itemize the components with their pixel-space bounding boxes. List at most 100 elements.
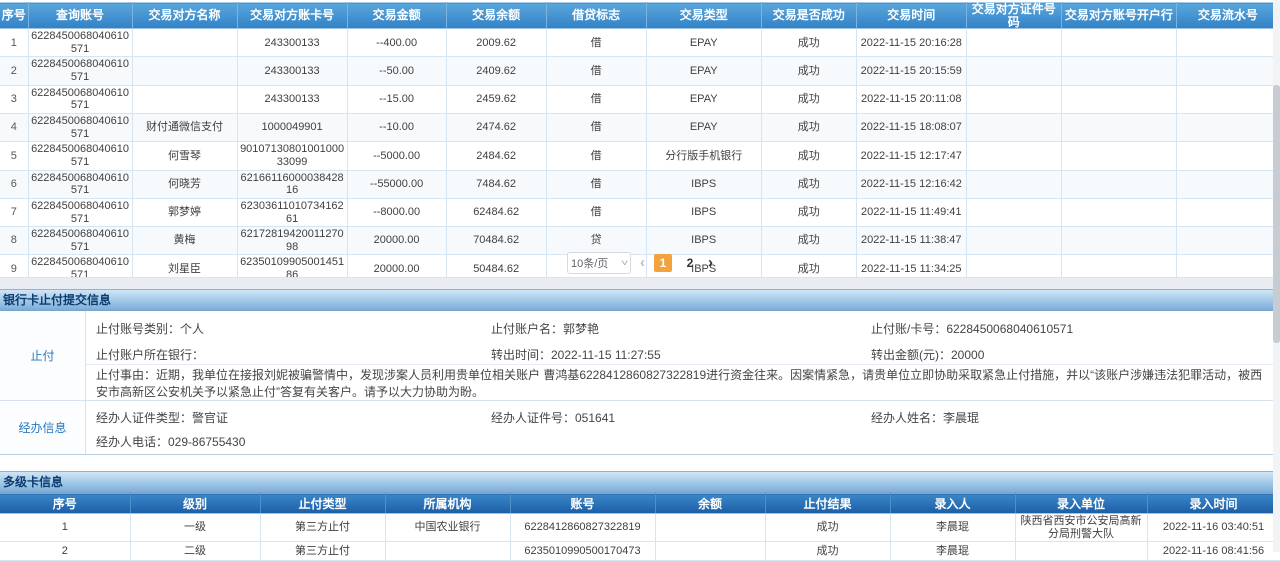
field-operator-cert-no: 经办人证件号：051641	[491, 409, 615, 426]
table-cell	[966, 57, 1061, 85]
column-header: 交易对方证件号码	[966, 3, 1061, 29]
table-cell: 243300133	[237, 57, 347, 85]
column-header: 交易是否成功	[761, 3, 856, 29]
table-cell: 6228450068040610571	[28, 198, 132, 226]
table-cell	[966, 114, 1061, 142]
table-row[interactable]: 36228450068040610571243300133--15.002459…	[0, 85, 1280, 113]
table-cell: 借	[546, 29, 646, 57]
table-cell: 成功	[761, 57, 856, 85]
table-cell: 243300133	[237, 29, 347, 57]
table-cell	[132, 57, 237, 85]
table-cell: 2459.62	[446, 85, 546, 113]
column-header: 止付结果	[765, 494, 890, 514]
table-cell: 1	[0, 29, 28, 57]
table-cell	[1061, 198, 1176, 226]
table-row[interactable]: 56228450068040610571何雪琴90107130801001000…	[0, 142, 1280, 170]
table-cell	[1061, 142, 1176, 170]
table-cell: --5000.00	[347, 142, 446, 170]
table-cell: 6	[0, 170, 28, 198]
table-cell	[966, 142, 1061, 170]
table-cell: 62484.62	[446, 198, 546, 226]
table-row[interactable]: 46228450068040610571财付通微信支付1000049901--1…	[0, 114, 1280, 142]
table-cell	[655, 542, 765, 561]
column-header: 止付类型	[260, 494, 385, 514]
table-cell: 7	[0, 198, 28, 226]
page-size-label: 10条/页	[571, 255, 608, 271]
table-cell: 243300133	[237, 85, 347, 113]
column-header: 录入人	[890, 494, 1015, 514]
field-bank: 止付账户所在银行：	[96, 346, 204, 363]
field-operator-name: 经办人姓名：李晨琨	[871, 409, 979, 426]
field-account-category: 止付账号类别：个人	[96, 320, 204, 337]
column-header: 余额	[655, 494, 765, 514]
table-cell: 2009.62	[446, 29, 546, 57]
table-cell	[1176, 85, 1279, 113]
table-cell: --55000.00	[347, 170, 446, 198]
table-cell: 成功	[761, 29, 856, 57]
section-title: 银行卡止付提交信息	[3, 293, 111, 307]
table-cell	[132, 85, 237, 113]
column-header: 交易对方账卡号	[237, 3, 347, 29]
header-row: 序号级别止付类型所属机构账号余额止付结果录入人录入单位录入时间	[0, 494, 1280, 514]
column-header: 交易对方名称	[132, 3, 237, 29]
table-cell: 借	[546, 114, 646, 142]
group-label-operator: 经办信息	[0, 401, 86, 454]
table-cell: 成功	[765, 542, 890, 561]
table-cell: EPAY	[646, 85, 761, 113]
table-row[interactable]: 16228450068040610571243300133--400.00200…	[0, 29, 1280, 57]
table-cell: 第三方止付	[260, 542, 385, 561]
table-cell: 财付通微信支付	[132, 114, 237, 142]
multilevel-cards-table-container: 序号级别止付类型所属机构账号余额止付结果录入人录入单位录入时间1一级第三方止付中…	[0, 493, 1280, 561]
table-cell: EPAY	[646, 57, 761, 85]
table-cell: 2022-11-15 12:16:42	[856, 170, 966, 198]
stop-payment-panel: 止付 止付账号类别：个人 止付账户名：郭梦艳 止付账/卡号：6228450068…	[0, 311, 1280, 455]
table-cell	[1061, 57, 1176, 85]
table-cell: 一级	[130, 514, 260, 542]
field-stop-reason: 止付事由：近期，我单位在接报刘妮被骗警情中，发现涉案人员利用贵单位相关账户 曹鸿…	[86, 364, 1274, 402]
table-cell: 2022-11-16 03:40:51	[1147, 514, 1280, 542]
table-cell	[966, 29, 1061, 57]
prev-page-button[interactable]: ‹	[640, 254, 645, 272]
scrollbar-thumb[interactable]	[1273, 85, 1280, 343]
table-row[interactable]: 66228450068040610571何晓芳62166116000038428…	[0, 170, 1280, 198]
pagination-bar: 10条/页 ˅ ‹ 12 ›	[0, 250, 1280, 276]
table-cell	[1176, 198, 1279, 226]
table-row[interactable]: 2二级第三方止付6235010990500170473成功李晨琨2022-11-…	[0, 542, 1280, 561]
table-cell: 借	[546, 142, 646, 170]
table-cell: 1000049901	[237, 114, 347, 142]
table-cell: 分行版手机银行	[646, 142, 761, 170]
page-number-button[interactable]: 2	[681, 254, 699, 272]
table-cell: 成功	[761, 85, 856, 113]
table-cell: 6235010990500170473	[510, 542, 655, 561]
table-cell: 6228450068040610571	[28, 170, 132, 198]
table-cell: 陕西省西安市公安局高新分局刑警大队	[1015, 514, 1147, 542]
table-cell: 2	[0, 57, 28, 85]
column-header: 录入时间	[1147, 494, 1280, 514]
page-number-button[interactable]: 1	[654, 254, 672, 272]
table-row[interactable]: 76228450068040610571郭梦婷62303611010734162…	[0, 198, 1280, 226]
table-cell: EPAY	[646, 29, 761, 57]
table-cell: 5	[0, 142, 28, 170]
column-header: 交易对方账号开户行	[1061, 3, 1176, 29]
table-cell: 9010713080100100033099	[237, 142, 347, 170]
column-header: 查询账号	[28, 3, 132, 29]
table-cell: 6228450068040610571	[28, 57, 132, 85]
table-row[interactable]: 26228450068040610571243300133--50.002409…	[0, 57, 1280, 85]
table-cell: --50.00	[347, 57, 446, 85]
table-cell: 成功	[761, 170, 856, 198]
table-cell: --400.00	[347, 29, 446, 57]
next-page-button[interactable]: ›	[708, 254, 713, 272]
table-cell: 3	[0, 85, 28, 113]
table-cell: 借	[546, 170, 646, 198]
table-cell	[1061, 114, 1176, 142]
table-cell: IBPS	[646, 198, 761, 226]
table-cell: 2022-11-15 12:17:47	[856, 142, 966, 170]
stop-payment-fields: 止付账号类别：个人 止付账户名：郭梦艳 止付账/卡号：6228450068040…	[86, 311, 1280, 400]
table-cell: 李晨琨	[890, 514, 1015, 542]
field-operator-cert-type: 经办人证件类型：警官证	[96, 409, 228, 426]
page-size-select[interactable]: 10条/页 ˅	[567, 252, 631, 274]
multilevel-cards-table: 序号级别止付类型所属机构账号余额止付结果录入人录入单位录入时间1一级第三方止付中…	[0, 493, 1280, 561]
operator-fields: 经办人证件类型：警官证 经办人证件号：051641 经办人姓名：李晨琨 经办人电…	[86, 401, 1280, 454]
table-cell: 2022-11-15 20:15:59	[856, 57, 966, 85]
table-row[interactable]: 1一级第三方止付中国农业银行6228412860827322819成功李晨琨陕西…	[0, 514, 1280, 542]
